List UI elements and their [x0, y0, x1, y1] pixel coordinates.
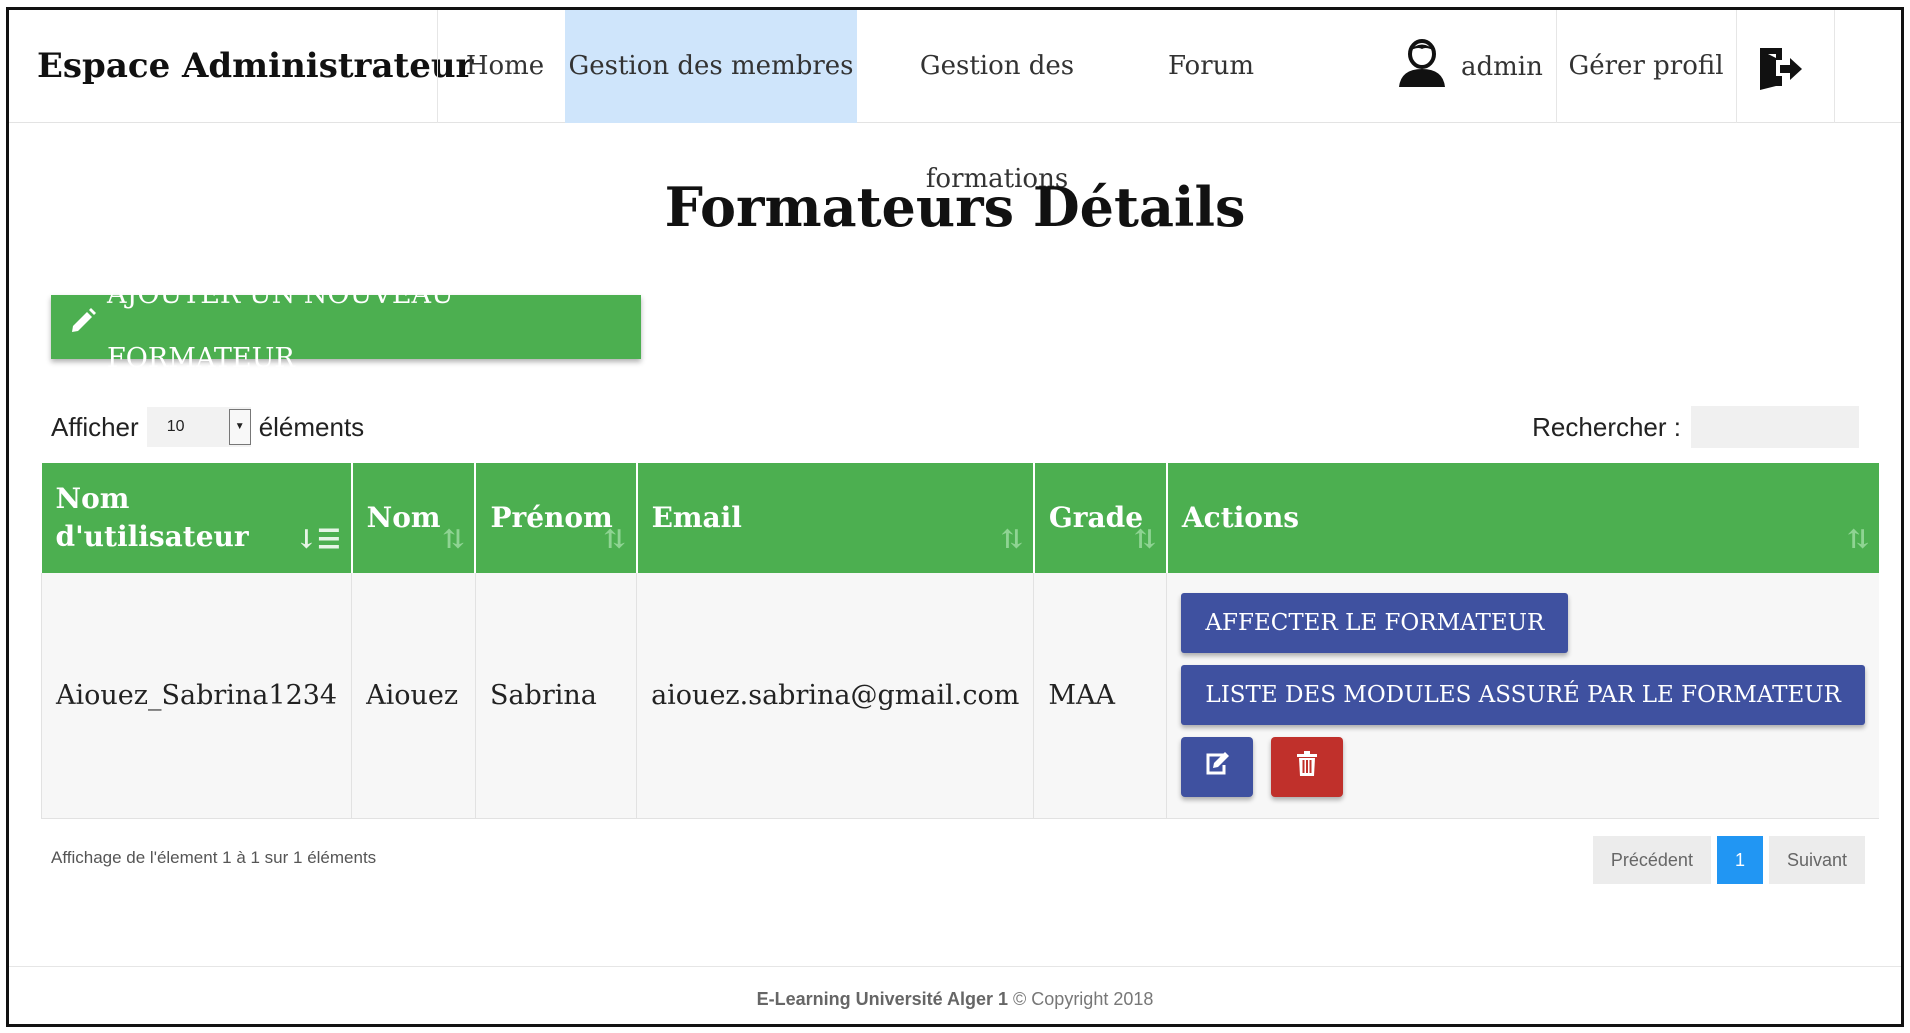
assign-formateur-button[interactable]: AFFECTER LE FORMATEUR [1181, 593, 1569, 654]
table-row: Aiouez_Sabrina1234 Aiouez Sabrina aiouez… [40, 573, 1879, 819]
col-header-label: Grade [1048, 501, 1144, 534]
icon-actions-row [1181, 737, 1865, 798]
pagination-page-1[interactable]: 1 [1716, 836, 1763, 884]
top-navbar: Espace Administrateur Home Gestion des m… [9, 10, 1901, 194]
nav-gestion-membres[interactable]: Gestion des membres [565, 10, 857, 123]
edit-icon [1204, 751, 1230, 784]
edit-button[interactable] [1181, 737, 1254, 798]
col-header-label: Actions [1181, 501, 1300, 534]
col-header-label: Prénom [490, 501, 613, 534]
length-suffix: éléments [258, 411, 365, 442]
user-icon [1397, 37, 1447, 96]
cell-nom: Aiouez [351, 573, 476, 819]
page-length-value: 10 [166, 418, 185, 435]
search-input[interactable] [1691, 406, 1859, 448]
sort-icon: ⇅ [442, 525, 465, 555]
trash-icon [1296, 750, 1318, 784]
user-name: admin [1461, 51, 1543, 82]
nav-divider [1834, 10, 1835, 123]
chevron-down-icon[interactable]: ▼ [228, 409, 251, 445]
nav-manage-profile[interactable]: Gérer profil [1557, 10, 1735, 123]
table-info: Affichage de l'élement 1 à 1 sur 1 éléme… [51, 848, 377, 867]
pagination-previous[interactable]: Précédent [1592, 836, 1711, 884]
search-label: Rechercher : [1532, 411, 1681, 442]
pencil-icon [69, 295, 97, 359]
footer-brand: E-Learning Université Alger 1 [756, 989, 1009, 1009]
cell-grade: MAA [1033, 573, 1168, 819]
col-header-grade[interactable]: Grade ⇅ [1033, 463, 1168, 573]
search-control: Rechercher : [1532, 406, 1859, 448]
nav-gestion-formations[interactable]: Gestion des formations [857, 10, 1137, 194]
col-header-label: Email [651, 501, 742, 534]
cell-prenom: Sabrina [475, 573, 638, 819]
footer: E-Learning Université Alger 1 © Copyrigh… [9, 966, 1901, 1024]
nav-divider [437, 10, 438, 123]
sort-icon: ⇅ [1847, 525, 1869, 555]
nav-divider [1736, 10, 1737, 123]
list-modules-button[interactable]: LISTE DES MODULES ASSURÉ PAR LE FORMATEU… [1181, 665, 1865, 726]
delete-button[interactable] [1271, 737, 1344, 798]
col-header-prenom[interactable]: Prénom ⇅ [475, 463, 638, 573]
col-header-actions[interactable]: Actions ⇅ [1166, 463, 1879, 573]
logout-icon[interactable] [1756, 46, 1804, 92]
formateurs-table: Nom d'utilisateur ↓☰ Nom ⇅ Prénom ⇅ Emai… [40, 463, 1879, 819]
brand-title[interactable]: Espace Administrateur [37, 10, 473, 123]
pagination-next[interactable]: Suivant [1768, 836, 1865, 884]
length-prefix: Afficher [51, 411, 139, 442]
nav-home[interactable]: Home [445, 10, 565, 123]
sort-asc-icon: ↓☰ [295, 525, 341, 555]
page-length-select[interactable]: 10 ▼ [146, 407, 251, 447]
table-header-row: Nom d'utilisateur ↓☰ Nom ⇅ Prénom ⇅ Emai… [41, 463, 1879, 573]
sort-icon: ⇅ [1134, 525, 1156, 555]
add-formateur-label: AJOUTER UN NOUVEAU FORMATEUR [107, 279, 454, 374]
app-frame: Espace Administrateur Home Gestion des m… [6, 7, 1904, 1027]
col-header-email[interactable]: Email ⇅ [636, 463, 1035, 573]
footer-copyright: © Copyright 2018 [1013, 989, 1154, 1009]
sort-icon: ⇅ [1001, 525, 1023, 555]
cell-actions: AFFECTER LE FORMATEUR LISTE DES MODULES … [1166, 573, 1879, 819]
col-header-label: Nom [366, 501, 441, 534]
nav-forum[interactable]: Forum [1161, 10, 1261, 123]
add-formateur-button[interactable]: AJOUTER UN NOUVEAU FORMATEUR [51, 279, 641, 374]
cell-username: Aiouez_Sabrina1234 [40, 573, 353, 819]
nav-user[interactable]: admin [1397, 10, 1543, 123]
page-title: Formateurs Détails [664, 175, 1246, 239]
col-header-label: Nom d'utilisateur [55, 482, 249, 553]
page-length-control: Afficher 10 ▼ éléments [51, 407, 364, 447]
col-header-nom[interactable]: Nom ⇅ [351, 463, 477, 573]
col-header-username[interactable]: Nom d'utilisateur ↓☰ [41, 463, 353, 573]
pagination: Précédent 1 Suivant [1592, 836, 1865, 884]
actions-group: AFFECTER LE FORMATEUR LISTE DES MODULES … [1181, 593, 1865, 798]
cell-email: aiouez.sabrina@gmail.com [636, 573, 1035, 819]
sort-icon: ⇅ [603, 525, 626, 555]
